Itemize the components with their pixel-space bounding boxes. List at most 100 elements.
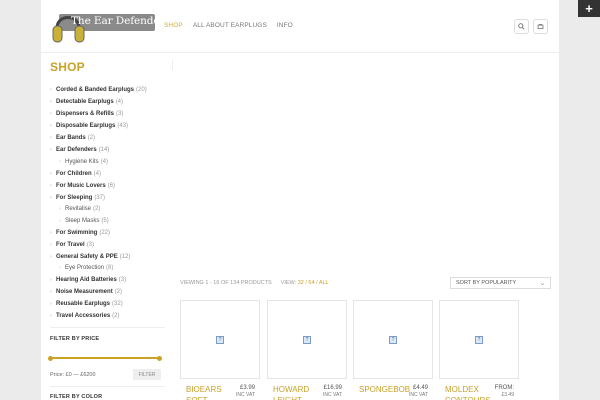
category-item[interactable]: › Hygiene Kits (4) xyxy=(50,156,165,168)
bullet-icon: › xyxy=(50,147,52,153)
category-item[interactable]: › Corded & Banded Earplugs (20) xyxy=(50,84,165,96)
category-label: Noise Measurement xyxy=(56,289,113,295)
category-item[interactable]: › Eye Protection (8) xyxy=(50,263,165,275)
product-vat: INC VAT xyxy=(323,392,342,398)
bullet-icon: › xyxy=(50,170,52,177)
category-list: › Corded & Banded Earplugs (20) › Detectable… xyxy=(50,84,165,322)
category-label: Hygiene Kits xyxy=(65,158,99,165)
category-label: Revitalise xyxy=(65,206,92,213)
product-card[interactable]: ? HOWARDLEIGHT £16.99INC VAT xyxy=(267,300,347,400)
category-count: (32) xyxy=(112,301,123,307)
category-item[interactable]: › Noise Measurement (2) xyxy=(50,286,165,298)
category-item[interactable]: › For Sleeping (37) xyxy=(50,192,165,204)
product-name[interactable]: MOLDEXCONTOURS xyxy=(445,384,491,400)
category-item[interactable]: › Disposable Earplugs (43) xyxy=(50,120,165,132)
category-label: Reusable Earplugs xyxy=(56,301,111,307)
category-count: (22) xyxy=(99,229,111,236)
category-item[interactable]: › Reusable Earplugs (32) xyxy=(50,298,165,310)
price-slider-min-handle[interactable] xyxy=(48,355,53,361)
category-item[interactable]: › Travel Accessories (2) xyxy=(50,310,165,322)
category-item[interactable]: › For Music Lovers (6) xyxy=(50,180,165,192)
category-item[interactable]: › For Swimming (22) xyxy=(50,227,165,239)
bullet-icon: › xyxy=(50,313,52,319)
product-name-line: BIOEARS xyxy=(186,385,222,394)
product-name-line: MOLDEX xyxy=(445,385,479,394)
category-label: Disposable Earplugs xyxy=(56,123,116,129)
product-name[interactable]: SPONGEBOB xyxy=(359,384,411,395)
product-name[interactable]: HOWARDLEIGHT xyxy=(273,384,317,400)
bullet-icon: › xyxy=(50,289,52,295)
category-item[interactable]: › Sleep Masks (5) xyxy=(50,215,165,227)
bullet-icon: › xyxy=(50,87,52,93)
category-count: (8) xyxy=(106,265,114,272)
product-vat: INC VAT xyxy=(409,392,428,398)
sidebar-title: SHOP xyxy=(50,60,85,74)
product-card[interactable]: ? BIOEARSSOFT £3.99INC VAT xyxy=(180,300,260,400)
divider xyxy=(172,60,173,70)
sort-select-value: SORT BY POPULARITY xyxy=(456,280,517,286)
chevron-down-icon: ⌄ xyxy=(539,281,545,287)
category-count: (20) xyxy=(136,87,147,93)
view-per-page-links[interactable]: 32 / 64 / ALL xyxy=(298,280,329,286)
cart-button[interactable] xyxy=(533,19,548,34)
product-vat: INC VAT xyxy=(236,392,255,398)
bullet-icon: › xyxy=(50,123,52,129)
plus-icon: + xyxy=(585,1,593,16)
category-item[interactable]: › Revitalise (2) xyxy=(50,204,165,216)
filter-button[interactable]: FILTER xyxy=(133,369,161,380)
category-count: (12) xyxy=(119,253,131,260)
bullet-icon: › xyxy=(50,135,52,141)
bullet-icon: › xyxy=(59,158,61,165)
site-header: The Ear Defender SHOP ALL ABOUT EARPLUGS… xyxy=(41,0,559,53)
product-card[interactable]: ? SPONGEBOB £4.49 INC VAT xyxy=(353,300,433,400)
product-image[interactable]: ? xyxy=(267,300,347,379)
category-item[interactable]: › Ear Bands (2) xyxy=(50,132,165,144)
broken-image-icon: ? xyxy=(216,336,224,344)
search-icon xyxy=(518,23,525,30)
category-count: (3) xyxy=(86,241,95,248)
category-item[interactable]: › Detectable Earplugs (4) xyxy=(50,96,165,108)
nav-info[interactable]: INFO xyxy=(277,22,293,29)
product-card[interactable]: ? MOLDEXCONTOURSFROM:£3.49 xyxy=(439,300,519,400)
main-nav: SHOP ALL ABOUT EARPLUGS INFO xyxy=(164,22,293,29)
category-count: (3) xyxy=(116,111,124,117)
product-image[interactable]: ? xyxy=(353,300,433,379)
sort-select[interactable]: SORT BY POPULARITY ⌄ xyxy=(450,277,551,289)
category-item[interactable]: › Ear Defenders (14) xyxy=(50,144,165,156)
logo-text: The Ear Defender xyxy=(71,15,165,27)
category-count: (3) xyxy=(118,277,127,283)
nav-shop[interactable]: SHOP xyxy=(164,22,183,29)
category-label: For Travel xyxy=(56,241,85,248)
logo[interactable]: The Ear Defender xyxy=(49,6,165,46)
broken-image-icon: ? xyxy=(303,336,311,344)
category-label: For Music Lovers xyxy=(56,182,106,189)
product-name[interactable]: BIOEARSSOFT xyxy=(186,384,230,400)
category-count: (2) xyxy=(87,135,96,141)
category-label: Travel Accessories xyxy=(56,313,111,319)
category-item[interactable]: › For Children (4) xyxy=(50,168,165,180)
nav-all-about-earplugs[interactable]: ALL ABOUT EARPLUGS xyxy=(193,22,267,29)
category-item[interactable]: › Dispensers & Refills (3) xyxy=(50,108,165,120)
results-count: VIEWING 1 - 16 OF 134 PRODUCTS xyxy=(180,280,272,286)
sidebar: SHOP › Corded & Banded Earplugs (20) › Detec… xyxy=(48,60,165,400)
product-image[interactable]: ? xyxy=(439,300,519,379)
page: The Ear Defender SHOP ALL ABOUT EARPLUGS… xyxy=(41,0,559,400)
category-count: (43) xyxy=(117,123,129,129)
category-item[interactable]: › For Travel (3) xyxy=(50,239,165,251)
category-item[interactable]: › General Safety & PPE (12) xyxy=(50,251,165,263)
price-slider-max-handle[interactable] xyxy=(157,355,162,361)
bullet-icon: › xyxy=(50,241,52,248)
category-count: (2) xyxy=(93,206,101,213)
bullet-icon: › xyxy=(59,217,61,224)
category-count: (4) xyxy=(93,170,102,177)
expand-button[interactable]: + xyxy=(578,0,600,17)
category-label: General Safety & PPE xyxy=(56,253,118,260)
category-item[interactable]: › Hearing Aid Batteries (3) xyxy=(50,274,165,286)
product-name-line: SPONGEBOB xyxy=(359,385,411,394)
category-label: For Children xyxy=(56,170,92,177)
broken-image-icon: ? xyxy=(475,336,483,344)
search-button[interactable] xyxy=(514,19,529,34)
product-image[interactable]: ? xyxy=(180,300,260,379)
filter-color-title: FILTER BY COLOR xyxy=(50,394,103,400)
price-slider[interactable] xyxy=(48,355,162,361)
